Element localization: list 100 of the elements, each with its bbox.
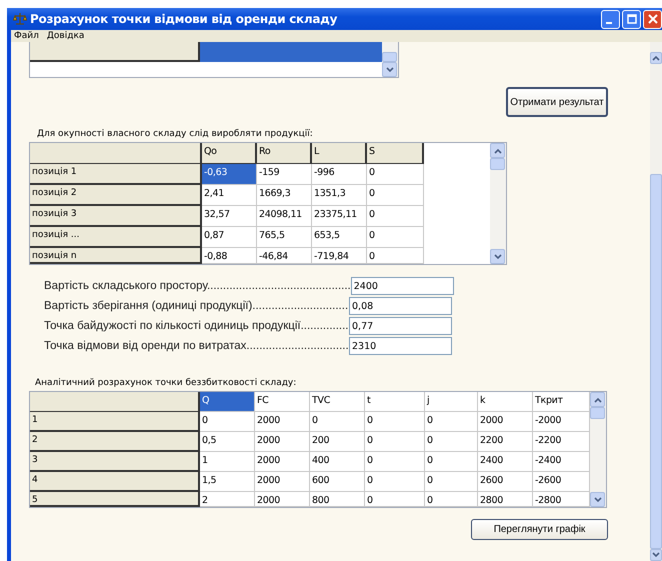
table-cell[interactable]: 0: [367, 206, 424, 227]
table-cell[interactable]: 0: [365, 472, 425, 492]
column-header[interactable]: Ro: [257, 143, 312, 164]
table-cell[interactable]: -719,84: [312, 248, 367, 264]
table-cell[interactable]: -159: [257, 164, 312, 185]
table-cell[interactable]: 2000: [255, 452, 310, 472]
view-chart-button[interactable]: Переглянути графік: [471, 519, 608, 540]
table-cell[interactable]: 0: [310, 412, 365, 432]
field-label: Вартість зберігання (одиниці продукції)..............................: [44, 300, 348, 312]
table-cell[interactable]: 32,57: [202, 206, 257, 227]
table-cell[interactable]: -0,63: [202, 164, 257, 185]
table-cell[interactable]: 0: [425, 452, 478, 472]
column-header[interactable]: TVC: [310, 392, 365, 412]
table-cell[interactable]: 800: [310, 492, 365, 507]
table-cell[interactable]: 0,87: [202, 227, 257, 248]
table-cell[interactable]: 2000: [255, 492, 310, 507]
table-cell[interactable]: 0: [425, 472, 478, 492]
table-cell[interactable]: 2800: [478, 492, 533, 507]
chevron-down-icon: [492, 252, 502, 262]
row-header: позиція n: [30, 248, 202, 264]
table-cell[interactable]: -2200: [533, 432, 590, 452]
scroll-thumb[interactable]: [490, 158, 505, 170]
table-cell[interactable]: 0: [365, 412, 425, 432]
table-cell[interactable]: 0: [425, 432, 478, 452]
input-field[interactable]: 2400: [350, 277, 454, 295]
column-header[interactable]: j: [425, 392, 478, 412]
input-field[interactable]: 0,77: [349, 317, 452, 335]
menu-item[interactable]: Файл: [14, 30, 39, 42]
column-header[interactable]: L: [312, 143, 367, 164]
column-header[interactable]: Ткрит: [533, 392, 590, 412]
table-cell[interactable]: 0: [425, 492, 478, 507]
table-cell[interactable]: -2800: [533, 492, 590, 507]
table-cell[interactable]: 0: [367, 164, 424, 185]
table-cell[interactable]: 0: [367, 248, 424, 264]
table-cell[interactable]: 2000: [478, 412, 533, 432]
table-cell[interactable]: -46,84: [257, 248, 312, 264]
table-cell[interactable]: 2000: [255, 472, 310, 492]
minimize-button[interactable]: [601, 10, 620, 28]
table-cell[interactable]: 2600: [478, 472, 533, 492]
table-cell[interactable]: 0: [200, 412, 255, 432]
input-field[interactable]: 0,08: [349, 297, 452, 315]
column-header[interactable]: Qo: [202, 143, 257, 164]
close-icon: [646, 12, 660, 26]
table-cell[interactable]: 2,41: [202, 185, 257, 206]
get-result-button[interactable]: Отримати результат: [506, 87, 608, 117]
scroll-thumb[interactable]: [590, 407, 605, 419]
scroll-up-button[interactable]: [490, 143, 505, 158]
table-cell[interactable]: -2000: [533, 412, 590, 432]
column-header[interactable]: k: [478, 392, 533, 412]
chevron-down-icon: [651, 550, 661, 560]
scales-icon: [13, 12, 27, 26]
table-cell[interactable]: -0,88: [202, 248, 257, 264]
table-cell[interactable]: [200, 42, 382, 62]
table-cell[interactable]: 23375,11: [312, 206, 367, 227]
maximize-icon: [624, 12, 638, 26]
column-header[interactable]: FC: [255, 392, 310, 412]
row-header: 3: [30, 452, 200, 472]
table-cell[interactable]: 1351,3: [312, 185, 367, 206]
scroll-down-button[interactable]: [382, 62, 397, 77]
table-cell[interactable]: 2000: [255, 432, 310, 452]
menu-item[interactable]: Довідка: [46, 30, 84, 42]
table-cell[interactable]: 2: [200, 492, 255, 507]
scroll-down-button[interactable]: [590, 492, 605, 507]
column-header[interactable]: Q: [200, 392, 255, 412]
table-cell[interactable]: 2400: [478, 452, 533, 472]
scroll-up-button[interactable]: [650, 52, 662, 64]
column-header[interactable]: t: [365, 392, 425, 412]
table-cell[interactable]: -996: [312, 164, 367, 185]
table-cell[interactable]: 0: [367, 227, 424, 248]
table-cell[interactable]: -2600: [533, 472, 590, 492]
scroll-down-button[interactable]: [490, 249, 505, 264]
table-cell[interactable]: 2000: [255, 412, 310, 432]
scroll-thumb[interactable]: [650, 174, 662, 549]
scrollbar[interactable]: [650, 42, 662, 561]
column-header[interactable]: S: [367, 143, 424, 164]
scroll-thumb[interactable]: [382, 52, 397, 62]
table-cell[interactable]: 0: [367, 185, 424, 206]
table-cell[interactable]: 2200: [478, 432, 533, 452]
scroll-up-button[interactable]: [590, 392, 605, 407]
table-cell[interactable]: 200: [310, 432, 365, 452]
table-cell[interactable]: 765,5: [257, 227, 312, 248]
table-cell[interactable]: 1669,3: [257, 185, 312, 206]
table-cell[interactable]: -2400: [533, 452, 590, 472]
table-cell[interactable]: 0,5: [200, 432, 255, 452]
maximize-button[interactable]: [622, 10, 641, 28]
table-cell[interactable]: 400: [310, 452, 365, 472]
field-label: Точка відмови від оренди по витратах................................: [44, 340, 349, 352]
table-cell[interactable]: 600: [310, 472, 365, 492]
table-cell[interactable]: 653,5: [312, 227, 367, 248]
input-field[interactable]: 2310: [349, 337, 452, 355]
field-label: Точка байдужості по кількості одиниць продукції...............: [44, 320, 348, 332]
table-cell[interactable]: 1,5: [200, 472, 255, 492]
table-cell[interactable]: 1: [200, 452, 255, 472]
close-button[interactable]: [643, 10, 662, 28]
scroll-down-button[interactable]: [650, 549, 662, 561]
table-cell[interactable]: 0: [425, 412, 478, 432]
table-cell[interactable]: 0: [365, 452, 425, 472]
table-cell[interactable]: 0: [365, 432, 425, 452]
table-cell[interactable]: 0: [365, 492, 425, 507]
table-cell[interactable]: 24098,11: [257, 206, 312, 227]
